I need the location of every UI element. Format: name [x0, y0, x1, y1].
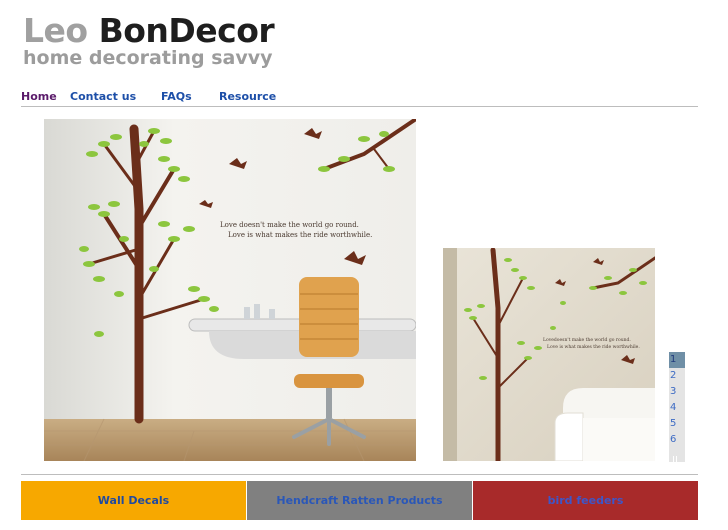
logo-first-word: Leo [23, 11, 88, 50]
site-logo[interactable]: Leo BonDecor home decorating savvy [23, 11, 275, 69]
nav-home[interactable]: Home [21, 90, 57, 103]
slider-page-3[interactable]: 3 [669, 384, 685, 400]
slider-page-5[interactable]: 5 [669, 416, 685, 432]
pause-icon[interactable]: II [669, 455, 678, 466]
category-bird-feeders[interactable]: bird feeders [473, 481, 698, 520]
slider-pager: 1 2 3 4 5 6 II [669, 352, 685, 466]
hero-illustration: Love doesn't make the world go round. Lo… [44, 119, 416, 461]
nav-resource[interactable]: Resource [219, 90, 276, 103]
hero-quote-line1: Love doesn't make the world go round. [220, 221, 359, 229]
category-handcraft-ratten[interactable]: Hendcraft Ratten Products [247, 481, 472, 520]
site-tagline: home decorating savvy [23, 47, 273, 69]
footer-divider [21, 474, 698, 475]
nav-faqs[interactable]: FAQs [161, 90, 192, 103]
slider-page-1[interactable]: 1 [669, 352, 685, 368]
side-image[interactable]: Lovedoesn't make the world go round. Lov… [443, 248, 655, 461]
side-quote-line2: Love is what makes the ride worthwhile. [547, 344, 640, 350]
side-quote-line1: Lovedoesn't make the world go round. [543, 337, 631, 343]
side-illustration: Lovedoesn't make the world go round. Lov… [443, 248, 655, 461]
category-wall-decals[interactable]: Wall Decals [21, 481, 246, 520]
slider-page-4[interactable]: 4 [669, 400, 685, 416]
nav-contact-us[interactable]: Contact us [70, 90, 136, 103]
hero-quote-line2: Love is what makes the ride worthwhile. [228, 231, 372, 239]
hero-image[interactable]: Love doesn't make the world go round. Lo… [44, 119, 416, 461]
nav-divider [21, 106, 698, 107]
logo-wordmark: Leo BonDecor [23, 11, 275, 50]
logo-second-word: BonDecor [98, 11, 275, 50]
slider-page-2[interactable]: 2 [669, 368, 685, 384]
category-bar: Wall Decals Hendcraft Ratten Products bi… [21, 481, 698, 520]
slider-page-6[interactable]: 6 [669, 432, 685, 448]
